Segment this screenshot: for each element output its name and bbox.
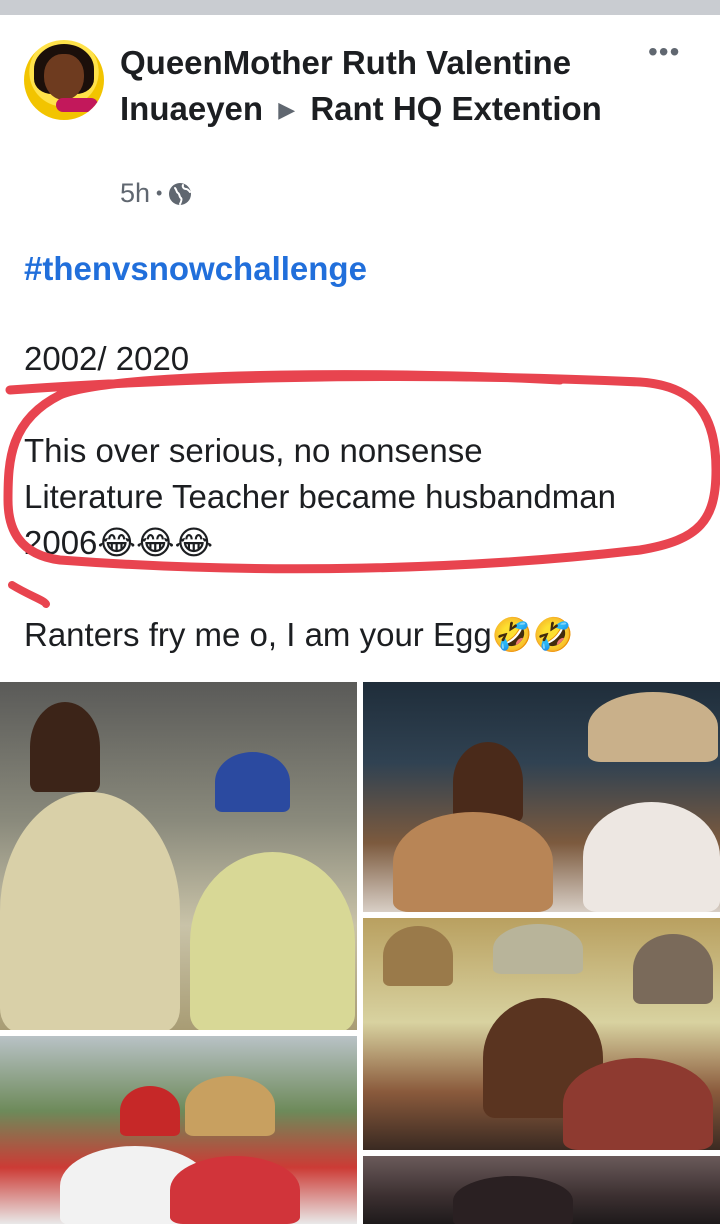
paragraph-line-1: This over serious, no nonsense [24, 432, 483, 469]
photo-figure [588, 692, 718, 762]
globe-icon[interactable] [168, 182, 192, 206]
avatar-face [44, 54, 84, 100]
rofl-emoji-icon: 🤣🤣 [491, 616, 574, 653]
photo-figure [453, 742, 523, 822]
photo-figure [0, 792, 180, 1030]
photo-figure [120, 1086, 180, 1136]
post-photo-2[interactable] [363, 682, 720, 912]
photo-figure [170, 1156, 300, 1224]
meta-separator: • [156, 183, 163, 203]
post-timestamp[interactable]: 5h [120, 178, 150, 209]
more-options-icon[interactable]: ••• [648, 36, 680, 68]
paragraph-line-3: 2006😂😂😂 [24, 520, 714, 566]
avatar-badge [56, 98, 98, 112]
avatar[interactable] [24, 40, 104, 120]
post-years-text: 2002/ 2020 [24, 340, 190, 377]
post-photo-5[interactable] [363, 1156, 720, 1224]
photo-figure [583, 802, 720, 912]
top-divider [0, 0, 720, 15]
post-paragraph: This over serious, no nonsense Literatur… [24, 428, 714, 566]
photo-figure [633, 934, 713, 1004]
photo-figure [493, 924, 583, 974]
photo-figure [185, 1076, 275, 1136]
photo-figure [190, 852, 355, 1030]
photo-figure [383, 926, 453, 986]
hashtag-link[interactable]: #thenvsnowchallenge [24, 246, 704, 292]
paragraph-year: 2006 [24, 524, 98, 561]
photo-figure [453, 1176, 573, 1224]
share-arrow-icon: ▶ [278, 97, 296, 122]
post-header-title: QueenMother Ruth Valentine Inuaeyen ▶ Ra… [120, 40, 620, 136]
photo-figure [563, 1058, 713, 1150]
ranters-text: Ranters fry me o, I am your Egg [24, 616, 492, 653]
photo-figure [215, 752, 290, 812]
photo-figure [393, 812, 553, 912]
post-photo-3[interactable] [363, 918, 720, 1150]
photo-figure [30, 702, 100, 792]
group-name-link[interactable]: Rant HQ Extention [310, 90, 602, 127]
post-photo-4[interactable] [0, 1036, 357, 1224]
post-meta: 5h • [120, 178, 192, 209]
post-photo-1[interactable] [0, 682, 357, 1030]
paragraph-line-2: Literature Teacher became husbandman [24, 478, 616, 515]
laughing-emoji-icon: 😂😂😂 [97, 524, 214, 561]
post-closing-line: Ranters fry me o, I am your Egg🤣🤣 [24, 612, 704, 658]
